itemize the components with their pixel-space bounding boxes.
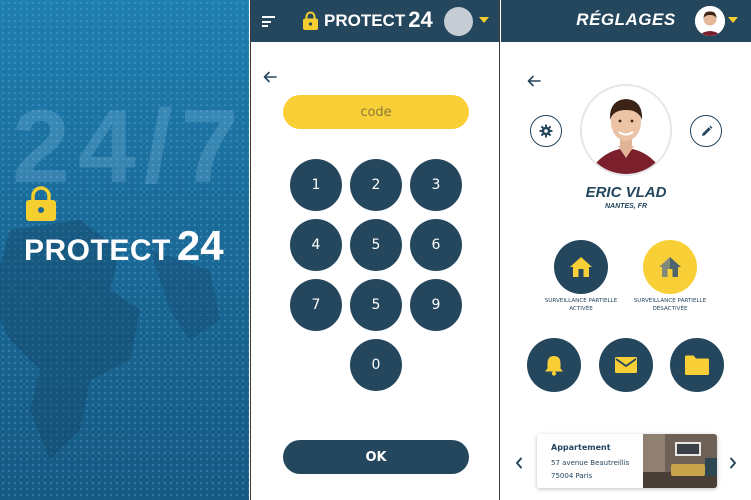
profile-photo bbox=[580, 84, 672, 176]
keypad-key[interactable]: 4 bbox=[290, 219, 342, 271]
keypad-key[interactable]: 5 bbox=[350, 219, 402, 271]
lock-icon bbox=[303, 11, 318, 30]
keypad-key[interactable]: 7 bbox=[290, 279, 342, 331]
header-logo: PROTECT 24 bbox=[302, 9, 433, 31]
code-screen: PROTECT24 1 2 3 4 5 6 7 5 9 0 OK bbox=[250, 0, 500, 500]
menu-icon[interactable] bbox=[262, 16, 275, 27]
property-card[interactable]: Appartement 57 avenue Beautreillis 75004… bbox=[537, 434, 717, 488]
mode-partial-off-button[interactable] bbox=[643, 240, 697, 294]
property-photo bbox=[643, 434, 717, 488]
messages-button[interactable] bbox=[599, 338, 653, 392]
keypad-key[interactable]: 0 bbox=[350, 339, 402, 391]
avatar[interactable] bbox=[695, 6, 725, 36]
mode-partial-on-label: Surveillance partielle activée bbox=[544, 298, 618, 312]
splash-screen: 24/7 PROTECT 24 bbox=[0, 0, 249, 500]
gear-icon bbox=[539, 124, 553, 138]
edit-profile-button[interactable] bbox=[690, 115, 722, 147]
splash-logo: PROTECT 24 bbox=[24, 222, 224, 270]
code-input[interactable] bbox=[283, 95, 469, 129]
brand-number: 24 bbox=[176, 222, 224, 269]
property-address-line1: 57 avenue Beautreillis bbox=[551, 459, 630, 467]
house-icon bbox=[570, 257, 592, 277]
bell-icon bbox=[545, 356, 563, 376]
user-name: ERIC VLAD bbox=[585, 184, 667, 201]
alarm-button[interactable] bbox=[527, 338, 581, 392]
back-arrow-icon[interactable] bbox=[263, 71, 277, 83]
keypad-key[interactable]: 2 bbox=[350, 159, 402, 211]
settings-screen: RÉGLAGES ERIC VLAD NANTES, FR SURVEILLAN… bbox=[501, 0, 751, 500]
profile-photo-image bbox=[582, 86, 670, 174]
mail-icon bbox=[615, 357, 637, 373]
chevron-left-icon[interactable] bbox=[514, 457, 524, 469]
top-bar: RÉGLAGES bbox=[501, 0, 751, 42]
keypad-key[interactable]: 3 bbox=[410, 159, 462, 211]
house-partial-icon bbox=[659, 257, 681, 277]
screens: 24/7 PROTECT 24 PROTECT 24 code 1 2 3 4 … bbox=[0, 0, 751, 500]
mode-partial-on-button[interactable] bbox=[554, 240, 608, 294]
settings-button[interactable] bbox=[530, 115, 562, 147]
property-address-line2: 75004 Paris bbox=[551, 472, 593, 480]
chevron-down-icon[interactable] bbox=[479, 17, 489, 23]
avatar[interactable] bbox=[444, 7, 473, 36]
mode-partial-off-label: Surveillance partielle désactivée bbox=[633, 298, 707, 312]
chevron-right-icon[interactable] bbox=[728, 457, 738, 469]
folder-icon bbox=[685, 355, 709, 375]
brand-number: 24 bbox=[408, 7, 433, 32]
brand-word: PROTECT bbox=[324, 11, 406, 30]
user-avatar-image bbox=[695, 6, 725, 36]
pencil-icon bbox=[701, 125, 712, 136]
keypad-key[interactable]: 6 bbox=[410, 219, 462, 271]
property-title: Appartement bbox=[551, 443, 611, 452]
documents-button[interactable] bbox=[670, 338, 724, 392]
back-arrow-icon[interactable] bbox=[527, 75, 541, 87]
user-location: NANTES, FR bbox=[605, 203, 647, 210]
ok-button[interactable]: OK bbox=[283, 440, 469, 474]
keypad-key[interactable]: 5 bbox=[350, 279, 402, 331]
brand-word: PROTECT bbox=[24, 234, 171, 267]
keypad-key[interactable]: 1 bbox=[290, 159, 342, 211]
lock-icon bbox=[26, 186, 56, 221]
keypad-key[interactable]: 9 bbox=[410, 279, 462, 331]
chevron-down-icon[interactable] bbox=[728, 17, 738, 23]
top-bar: PROTECT 24 bbox=[251, 0, 499, 42]
